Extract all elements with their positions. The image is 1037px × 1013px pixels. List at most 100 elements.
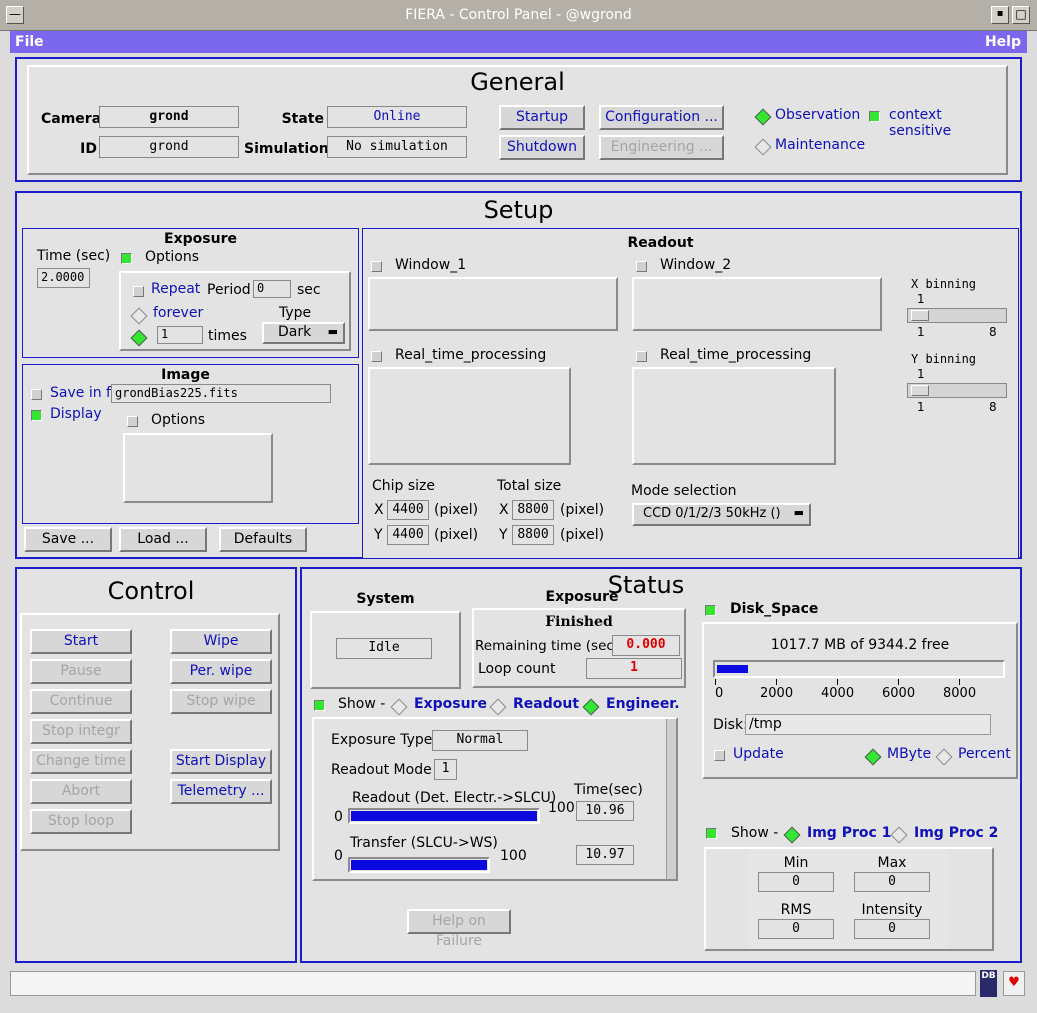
percent-label[interactable]: Percent [958, 746, 1011, 762]
exposure-type-value: Normal [432, 730, 528, 751]
disk-axis-label: 2000 [760, 686, 794, 701]
time-input[interactable]: 2.0000 [37, 268, 90, 288]
img-proc2-radio[interactable] [890, 826, 908, 844]
chip-y-unit: (pixel) [434, 527, 479, 543]
window-titlebar[interactable]: — FIERA - Control Panel - @wgrond ▪ □ [0, 0, 1037, 31]
display-label[interactable]: Display [50, 406, 102, 422]
tab-engineer-label[interactable]: Engineer. [606, 696, 680, 712]
exposure-status-panel: Finished Remaining time (sec) 0.000 Loop… [472, 608, 686, 688]
disk-space-panel: 1017.7 MB of 9344.2 free 0 2000 4000 6000 80… [702, 622, 1018, 779]
xbin-slider[interactable] [907, 308, 1007, 323]
type-label: Type [279, 305, 312, 321]
id-value: grond [99, 136, 239, 158]
general-panel: General Camera grond ID grond State Onli… [27, 65, 1008, 175]
maximize-icon[interactable]: □ [1012, 6, 1030, 24]
total-x-value: 8800 [512, 500, 554, 520]
chip-size-label: Chip size [372, 478, 436, 494]
disk-usage-fill [717, 665, 748, 673]
telemetry-button[interactable]: Telemetry ... [170, 779, 272, 804]
type-select[interactable]: Dark ▬ [262, 322, 345, 344]
menu-help[interactable]: Help [985, 34, 1021, 50]
rtp1-checkbox[interactable] [371, 351, 382, 362]
update-label[interactable]: Update [733, 746, 784, 762]
context-sensitive-label[interactable]: context sensitive [889, 107, 1006, 139]
heart-icon[interactable]: ♥ [1003, 971, 1025, 996]
mbyte-label[interactable]: MByte [887, 746, 931, 762]
per-wipe-button[interactable]: Per. wipe [170, 659, 272, 684]
xbin-value: 1 [917, 292, 925, 306]
mode-select[interactable]: CCD 0/1/2/3 50kHz () ▬ [632, 503, 811, 526]
tab-readout-radio[interactable] [489, 698, 507, 716]
tab-engineer-radio[interactable] [582, 698, 600, 716]
window2-panel [632, 277, 882, 331]
start-display-button[interactable]: Start Display [170, 749, 272, 774]
simulation-value: No simulation [327, 136, 467, 158]
db-icon[interactable]: DB [980, 970, 997, 997]
total-y-value: 8800 [512, 525, 554, 545]
exposure-options-label: Options [145, 249, 200, 265]
configuration-button[interactable]: Configuration ... [599, 105, 724, 130]
save-setup-button[interactable]: Save ... [24, 527, 112, 552]
start-button[interactable]: Start [30, 629, 132, 654]
percent-radio[interactable] [935, 748, 953, 766]
show-checkbox[interactable] [314, 700, 325, 711]
times-radio[interactable] [130, 329, 148, 347]
startup-button[interactable]: Startup [499, 105, 585, 130]
disk-space-checkbox[interactable] [705, 605, 716, 616]
wipe-button[interactable]: Wipe [170, 629, 272, 654]
chip-x-label: X [374, 502, 384, 518]
disk-path-input[interactable]: /tmp [745, 714, 991, 735]
ybin-slider-thumb[interactable] [911, 385, 929, 396]
defaults-button[interactable]: Defaults [219, 527, 307, 552]
file-input[interactable]: grondBias225.fits [111, 384, 331, 403]
update-checkbox[interactable] [714, 750, 725, 761]
minimize-icon[interactable]: ▪ [991, 6, 1009, 24]
repeat-checkbox[interactable] [133, 286, 144, 297]
repeat-label[interactable]: Repeat [151, 281, 200, 297]
image-options-checkbox[interactable] [127, 416, 138, 427]
menu-file[interactable]: File [15, 34, 44, 50]
image-options-panel [123, 433, 273, 503]
context-sensitive-checkbox[interactable] [869, 111, 880, 122]
maintenance-label[interactable]: Maintenance [775, 137, 865, 153]
window2-checkbox[interactable] [636, 261, 647, 272]
xbin-max: 8 [989, 325, 997, 339]
maintenance-radio[interactable] [754, 138, 772, 156]
abort-button: Abort [30, 779, 132, 804]
exposure-options-checkbox[interactable] [121, 253, 132, 264]
readout-frame: Readout Window_1 Window_2 Real_time_proc… [362, 228, 1019, 559]
forever-radio[interactable] [130, 307, 148, 325]
period-input[interactable]: 0 [253, 280, 291, 298]
tab-exposure-radio[interactable] [390, 698, 408, 716]
tab-readout-label[interactable]: Readout [513, 696, 579, 712]
control-panel: Start Pause Continue Stop integr Change … [20, 613, 280, 851]
ybin-max: 8 [989, 400, 997, 414]
save-in-file-checkbox[interactable] [31, 389, 42, 400]
img-proc2-label[interactable]: Img Proc 2 [914, 825, 998, 841]
rtp2-checkbox[interactable] [636, 351, 647, 362]
xbin-slider-thumb[interactable] [911, 310, 929, 321]
tab-exposure-label[interactable]: Exposure [414, 696, 487, 712]
shutdown-button[interactable]: Shutdown [499, 135, 585, 160]
engineering-scrollbar[interactable] [666, 719, 676, 879]
img-proc1-label[interactable]: Img Proc 1 [807, 825, 891, 841]
display-checkbox[interactable] [31, 410, 42, 421]
disk-label: Disk: [713, 717, 748, 733]
imgproc-show-checkbox[interactable] [706, 828, 717, 839]
times-input[interactable]: 1 [157, 326, 203, 344]
window1-checkbox[interactable] [371, 261, 382, 272]
mbyte-radio[interactable] [864, 748, 882, 766]
observation-label[interactable]: Observation [775, 107, 860, 123]
disk-axis-tick [776, 679, 777, 685]
disk-axis-label: 8000 [943, 686, 977, 701]
general-frame: General Camera grond ID grond State Onli… [15, 57, 1022, 182]
observation-radio[interactable] [754, 108, 772, 126]
intensity-value: 0 [854, 919, 930, 939]
forever-label[interactable]: forever [153, 305, 203, 321]
img-proc1-radio[interactable] [783, 826, 801, 844]
control-title: Control [107, 577, 195, 605]
ybin-slider[interactable] [907, 383, 1007, 398]
disk-axis-tick [715, 679, 716, 685]
load-setup-button[interactable]: Load ... [119, 527, 207, 552]
chip-x-value: 4400 [387, 500, 429, 520]
